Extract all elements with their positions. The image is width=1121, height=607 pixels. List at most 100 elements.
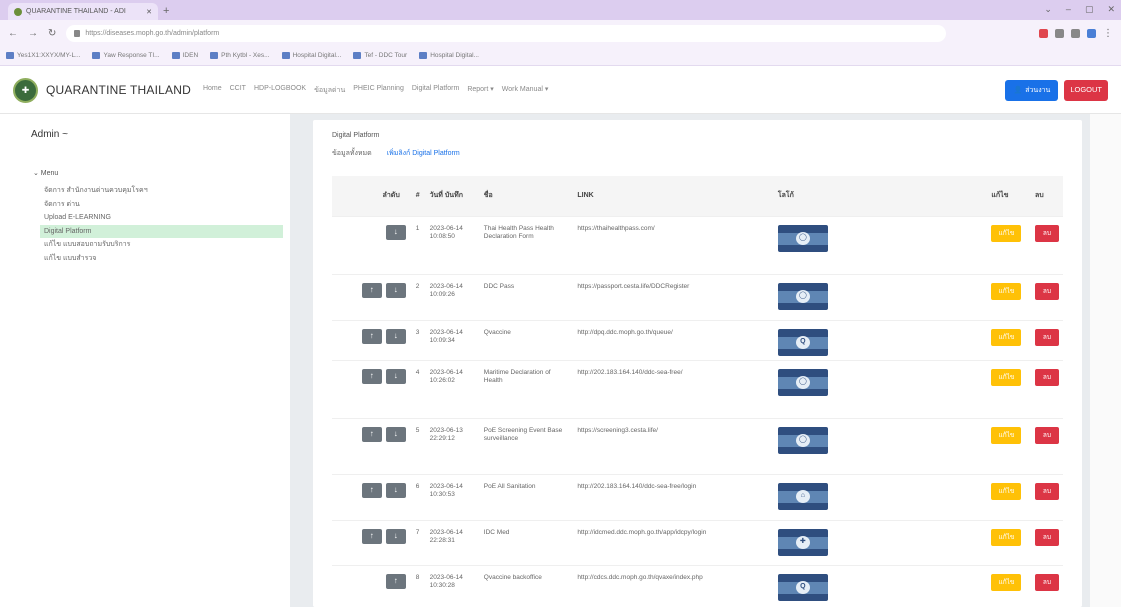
bookmark-item[interactable]: Hospital Digital... xyxy=(419,52,479,59)
chevron-down-icon[interactable]: ⌄ xyxy=(1044,4,1052,15)
move-button[interactable]: ↑ xyxy=(385,573,406,589)
maximize-icon[interactable]: ▢ xyxy=(1085,4,1094,15)
edit-cell: แก้ไข xyxy=(987,273,1031,320)
edit-button[interactable]: แก้ไข xyxy=(991,573,1022,591)
move-up-button[interactable]: ↑ xyxy=(361,328,382,344)
edit-button[interactable]: แก้ไข xyxy=(991,426,1022,444)
sidebar-item-edit-questionnaire[interactable]: แก้ไข แบบสอบถามรับบริการ xyxy=(40,238,283,252)
move-down-button[interactable]: ↓ xyxy=(385,328,406,344)
delete-button[interactable]: ลบ xyxy=(1034,328,1059,346)
row-link[interactable]: http://202.183.164.140/ddc-sea-free/ xyxy=(573,359,774,418)
logo-cell: ⌂ xyxy=(773,473,988,520)
order-cell: ↑ ↓ xyxy=(332,519,412,565)
order-buttons: ↑ xyxy=(336,573,408,589)
move-up-button[interactable]: ↑ xyxy=(361,528,382,544)
table-row: ↑ ↓ 2 2023-06-14 10:09:26 DDC Pass https://pa… xyxy=(332,273,1063,320)
edit-button[interactable]: แก้ไข xyxy=(991,528,1022,546)
move-down-button[interactable]: ↓ xyxy=(385,282,406,298)
delete-button[interactable]: ลบ xyxy=(1034,482,1059,500)
order-cell: ↑ ↓ xyxy=(332,473,412,520)
extension-icon[interactable] xyxy=(1071,28,1080,38)
bookmark-icon xyxy=(419,52,428,59)
row-link[interactable]: https://screening3.cesta.life/ xyxy=(573,417,774,474)
page-scrollbar[interactable] xyxy=(1090,114,1121,607)
menu-toggle[interactable]: ⌄ Menu xyxy=(33,169,58,177)
edit-button[interactable]: แก้ไข xyxy=(991,224,1022,242)
edit-button[interactable]: แก้ไข xyxy=(991,282,1022,300)
close-tab-icon[interactable]: ✕ xyxy=(146,8,152,16)
bookmark-icon xyxy=(92,52,101,59)
forward-icon[interactable]: → xyxy=(28,28,38,39)
sidebar-item-upload-elearning[interactable]: Upload E-LEARNING xyxy=(40,211,283,225)
delete-button[interactable]: ลบ xyxy=(1034,528,1059,546)
menu-dots-icon[interactable]: ⋮ xyxy=(1103,28,1113,39)
sidebar-item-manage-offices[interactable]: จัดการ สำนักงานด่านควบคุมโรคฯ xyxy=(40,184,283,198)
col-name: ชื่อ xyxy=(483,192,493,200)
logo-cell: ◯ xyxy=(773,215,988,274)
delete-button[interactable]: ลบ xyxy=(1034,573,1059,591)
move-up-button[interactable]: ↑ xyxy=(361,482,382,498)
move-down-button[interactable]: ↓ xyxy=(385,482,406,498)
reload-icon[interactable]: ↻ xyxy=(48,28,56,39)
nav-pheic-planning[interactable]: PHEIC Planning xyxy=(353,85,404,96)
extension-icon[interactable] xyxy=(1055,28,1064,38)
bookmark-item[interactable]: Tef - DDC Tour xyxy=(353,52,407,59)
delete-button[interactable]: ลบ xyxy=(1034,224,1059,242)
quarantine-logo-icon[interactable]: ✚ xyxy=(13,77,38,103)
profile-icon[interactable] xyxy=(1087,28,1096,38)
move-down-button[interactable]: ↓ xyxy=(385,528,406,544)
back-icon[interactable]: ← xyxy=(8,28,18,39)
bookmark-item[interactable]: Pth Kytbl - Xes... xyxy=(210,52,270,59)
row-link[interactable]: http://202.183.164.140/ddc-sea-free/logi… xyxy=(573,473,774,520)
tab-all-data[interactable]: ข้อมูลทั้งหมด xyxy=(332,148,372,159)
sidebar-item-digital-platform[interactable]: Digital Platform xyxy=(40,224,283,238)
row-link[interactable]: http://dpq.ddc.moph.go.th/queue/ xyxy=(573,319,774,360)
move-down-button[interactable]: ↓ xyxy=(385,368,406,384)
edit-cell: แก้ไข xyxy=(987,473,1031,520)
nav-work-manual[interactable]: Work Manual ▾ xyxy=(502,85,549,96)
minimize-icon[interactable]: – xyxy=(1066,4,1071,15)
address-bar[interactable]: https://diseases.moph.go.th/admin/platfo… xyxy=(66,24,947,42)
nav-home[interactable]: Home xyxy=(203,85,222,96)
edit-button[interactable]: แก้ไข xyxy=(991,368,1022,386)
row-link[interactable]: http://idcmed.ddc.moph.go.th/app/idcpy/l… xyxy=(573,519,774,565)
bookmark-item[interactable]: Hospital Digital... xyxy=(281,52,341,59)
platform-logo-icon: ⌂ xyxy=(795,489,810,503)
nav-hdp-logbook[interactable]: HDP-LOGBOOK xyxy=(254,85,306,96)
browser-tab[interactable]: QUARANTINE THAILAND - ADI ✕ xyxy=(8,3,158,20)
row-link[interactable]: https://passport.cesta.life/DDCRegister xyxy=(573,273,774,320)
move-button[interactable]: ↓ xyxy=(385,224,406,240)
nav-report[interactable]: Report ▾ xyxy=(467,85,493,96)
platform-logo-thumbnail: ◯ xyxy=(777,368,828,396)
move-down-button[interactable]: ↓ xyxy=(385,426,406,442)
tab-add-link[interactable]: เพิ่มลิงก์ Digital Platform xyxy=(387,148,460,159)
close-window-icon[interactable]: ✕ xyxy=(1107,4,1115,15)
user-button[interactable]: 👤 ส่วนงาน xyxy=(1005,79,1059,101)
move-up-button[interactable]: ↑ xyxy=(361,426,382,442)
browser-tab-title: QUARANTINE THAILAND - ADI xyxy=(26,8,126,15)
row-link[interactable]: http://cdcs.ddc.moph.go.th/qvaxe/index.p… xyxy=(573,564,774,607)
extension-icon[interactable] xyxy=(1039,28,1048,38)
nav-checkpoints[interactable]: ข้อมูลด่าน xyxy=(314,85,345,96)
delete-button[interactable]: ลบ xyxy=(1034,426,1059,444)
logout-button[interactable]: LOGOUT xyxy=(1064,79,1108,101)
bookmark-item[interactable]: Yes1X1:XXYX/MY-L... xyxy=(6,52,80,59)
edit-button[interactable]: แก้ไข xyxy=(991,328,1022,346)
edit-cell: แก้ไข xyxy=(987,417,1031,474)
row-link[interactable]: https://thaihealthpass.com/ xyxy=(573,215,774,274)
nav-ccit[interactable]: CCIT xyxy=(230,85,246,96)
bookmark-item[interactable]: Yaw Response TI... xyxy=(92,52,160,59)
edit-button[interactable]: แก้ไข xyxy=(991,482,1022,500)
move-up-button[interactable]: ↑ xyxy=(361,368,382,384)
delete-button[interactable]: ลบ xyxy=(1034,368,1059,386)
sidebar-item-manage-checkpoints[interactable]: จัดการ ด่าน xyxy=(40,198,283,212)
new-tab-button[interactable]: + xyxy=(163,5,169,17)
bookmark-item[interactable]: IDEN xyxy=(171,52,198,59)
sidebar-item-edit-survey[interactable]: แก้ไข แบบสำรวจ xyxy=(40,252,283,266)
nav-digital-platform[interactable]: Digital Platform xyxy=(412,85,459,96)
delete-button[interactable]: ลบ xyxy=(1034,282,1059,300)
brand-title[interactable]: QUARANTINE THAILAND xyxy=(46,83,191,97)
move-up-button[interactable]: ↑ xyxy=(361,282,382,298)
delete-cell: ลบ xyxy=(1030,473,1063,520)
admin-dropdown[interactable]: Admin ~ xyxy=(31,129,68,140)
